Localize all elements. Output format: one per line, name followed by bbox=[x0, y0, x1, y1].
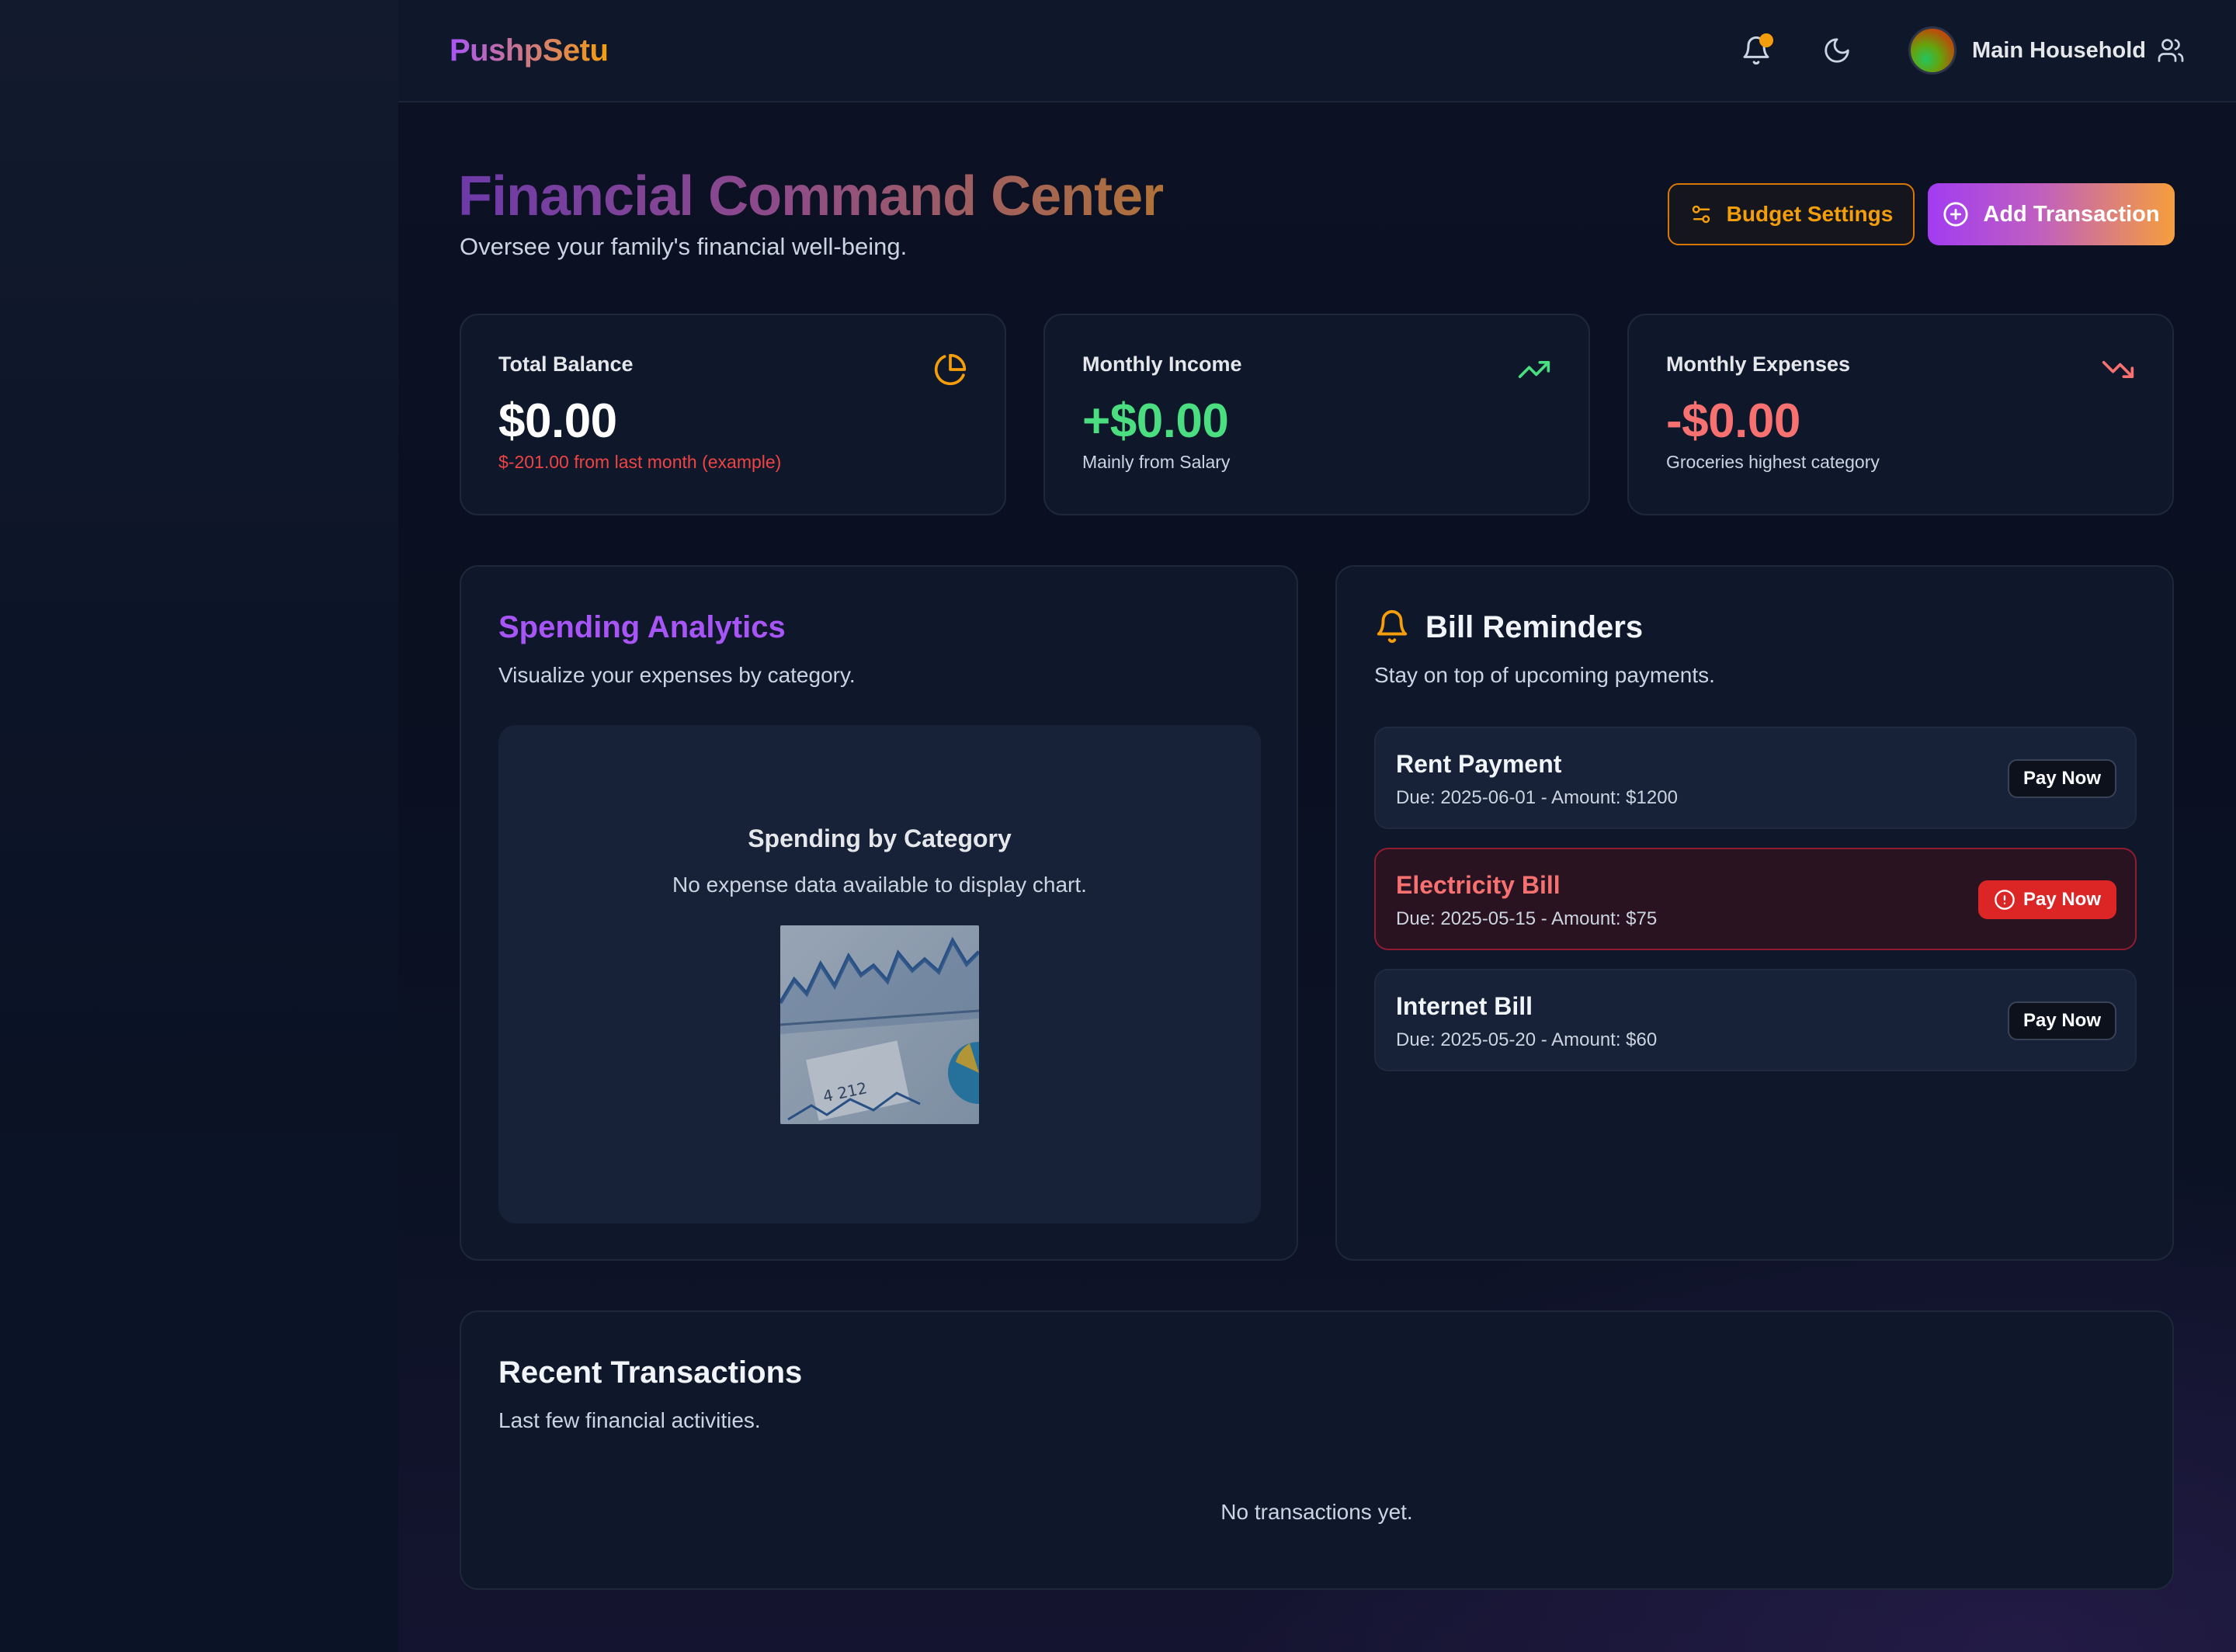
panel-title: Recent Transactions bbox=[498, 1355, 803, 1390]
spending-analytics-panel: Spending Analytics Visualize your expens… bbox=[460, 565, 1298, 1261]
notifications-button[interactable] bbox=[1731, 26, 1781, 75]
household-name: Main Household bbox=[1972, 37, 2146, 63]
stat-note: Groceries highest category bbox=[1666, 452, 1880, 472]
pie-chart-icon bbox=[934, 353, 967, 386]
stat-value: -$0.00 bbox=[1666, 394, 1800, 448]
stat-label: Monthly Expenses bbox=[1666, 352, 1851, 376]
panel-title: Spending Analytics bbox=[498, 610, 786, 644]
panel-subtitle: Last few financial activities. bbox=[498, 1408, 761, 1432]
bill-name: Internet Bill bbox=[1396, 992, 1533, 1020]
chart-empty-message: No expense data available to display cha… bbox=[672, 873, 1087, 897]
panel-title: Bill Reminders bbox=[1425, 610, 1644, 644]
bill-due: Due: 2025-05-15 - Amount: $75 bbox=[1396, 908, 1658, 929]
add-transaction-label: Add Transaction bbox=[1983, 201, 2160, 227]
stat-value: $0.00 bbox=[498, 394, 617, 448]
brand-logo[interactable]: PushpSetu bbox=[450, 33, 609, 68]
budget-settings-label: Budget Settings bbox=[1726, 202, 1894, 226]
stat-note: Mainly from Salary bbox=[1082, 452, 1231, 472]
sidebar-background bbox=[0, 0, 398, 1135]
stat-label: Monthly Income bbox=[1082, 352, 1242, 376]
pay-now-button[interactable]: Pay Now bbox=[1977, 880, 2116, 919]
pay-now-label: Pay Now bbox=[2022, 889, 2101, 910]
recent-transactions-panel: Recent Transactions Last few financial a… bbox=[460, 1310, 2174, 1590]
analytics-placeholder-image: 4 212 bbox=[780, 925, 979, 1124]
household-switcher[interactable]: Main Household bbox=[1908, 26, 2185, 75]
avatar[interactable] bbox=[1908, 26, 1957, 75]
pay-now-button[interactable]: Pay Now bbox=[2007, 759, 2116, 798]
chart-title: Spending by Category bbox=[748, 824, 1012, 852]
bill-item-internet: Internet Bill Due: 2025-05-20 - Amount: … bbox=[1374, 969, 2137, 1071]
header-actions: Main Household bbox=[1700, 26, 2185, 75]
bill-name: Rent Payment bbox=[1396, 750, 1562, 778]
plus-circle-icon bbox=[1943, 202, 1968, 227]
stat-card-monthly-income: Monthly Income +$0.00 Mainly from Salary bbox=[1043, 314, 1590, 515]
pay-now-button[interactable]: Pay Now bbox=[2007, 1001, 2116, 1040]
bill-reminders-panel: Bill Reminders Stay on top of upcoming p… bbox=[1335, 565, 2174, 1261]
add-transaction-button[interactable]: Add Transaction bbox=[1928, 183, 2175, 245]
notification-dot bbox=[1759, 33, 1774, 47]
pay-now-label: Pay Now bbox=[2022, 768, 2101, 789]
bell-icon bbox=[1377, 610, 1408, 644]
stat-card-total-balance: Total Balance $0.00 $-201.00 from last m… bbox=[460, 314, 1006, 515]
stat-label: Total Balance bbox=[498, 352, 634, 376]
stat-card-monthly-expenses: Monthly Expenses -$0.00 Groceries highes… bbox=[1627, 314, 2174, 515]
page-subtitle: Oversee your family's financial well-bei… bbox=[460, 233, 908, 260]
chart-container: Spending by Category No expense data ava… bbox=[498, 725, 1261, 1223]
trending-down-icon bbox=[2102, 361, 2134, 378]
bill-due: Due: 2025-06-01 - Amount: $1200 bbox=[1396, 787, 1678, 808]
page-title: Financial Command Center bbox=[458, 165, 1164, 227]
bill-item-rent: Rent Payment Due: 2025-06-01 - Amount: $… bbox=[1374, 727, 2137, 829]
trending-up-icon bbox=[1518, 361, 1550, 378]
budget-settings-button[interactable]: Budget Settings bbox=[1668, 183, 1915, 245]
bill-due: Due: 2025-05-20 - Amount: $60 bbox=[1396, 1029, 1658, 1050]
bill-item-electricity: Electricity Bill Due: 2025-05-15 - Amoun… bbox=[1374, 848, 2137, 950]
bill-name: Electricity Bill bbox=[1396, 871, 1561, 899]
stat-note: $-201.00 from last month (example) bbox=[498, 452, 782, 472]
panel-subtitle: Stay on top of upcoming payments. bbox=[1374, 663, 1715, 687]
alert-circle-icon bbox=[1995, 890, 2015, 910]
theme-toggle-button[interactable] bbox=[1812, 26, 1862, 75]
sliders-icon bbox=[1692, 205, 1710, 224]
users-icon bbox=[2158, 39, 2184, 62]
moon-icon bbox=[1825, 38, 1849, 63]
transactions-empty-message: No transactions yet. bbox=[1220, 1500, 1413, 1524]
top-header: PushpSetu Main Household bbox=[398, 0, 2236, 102]
stat-value: +$0.00 bbox=[1082, 394, 1229, 448]
pay-now-label: Pay Now bbox=[2022, 1010, 2101, 1031]
panel-subtitle: Visualize your expenses by category. bbox=[498, 663, 856, 687]
sidebar-background-lower bbox=[0, 1135, 398, 1652]
